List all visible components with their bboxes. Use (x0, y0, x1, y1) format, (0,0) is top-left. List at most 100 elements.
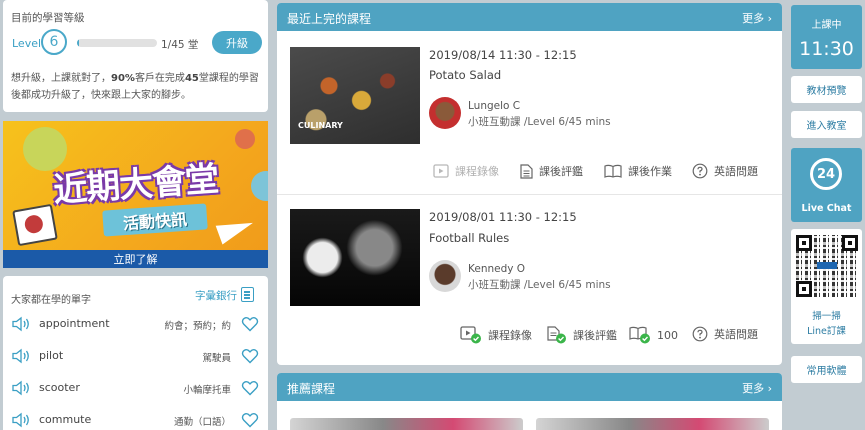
level-title: 目前的學習等級 (11, 12, 85, 24)
banner-avatar-face (23, 213, 45, 235)
level-progress-fill (77, 39, 79, 47)
word-translation: 通勤（口語） (173, 417, 231, 428)
level-desc-prefix: 想升級，上課就對了， (11, 73, 111, 84)
event-banner[interactable]: 近期大會堂 活動快訊 立即了解 (3, 121, 268, 268)
speaker-icon[interactable] (11, 316, 33, 332)
recording-action[interactable]: 課程錄像 (460, 326, 532, 344)
video-icon (433, 164, 449, 178)
word-row: pilot 駕駛員 (11, 346, 263, 366)
english-question-action[interactable]: 英語問題 (692, 326, 758, 342)
more-label: 更多 (742, 382, 765, 395)
recommended-more-link[interactable]: 更多 › (742, 380, 772, 396)
banner-ribbon: 活動快訊 (102, 203, 208, 237)
heart-icon[interactable] (241, 411, 259, 429)
speaker-icon[interactable] (11, 348, 33, 364)
live-chat-button[interactable]: 24 Live Chat (791, 148, 862, 222)
evaluation-action[interactable]: 課後評鑑 (520, 163, 583, 179)
chevron-right-icon: › (767, 382, 772, 395)
teacher-avatar (429, 260, 461, 292)
live-chat-label: Live Chat (801, 203, 852, 214)
course-name: Football Rules (429, 231, 510, 245)
line-logo-icon (817, 262, 837, 269)
recording-action[interactable]: 課程錄像 (433, 163, 499, 179)
qr-caption: 掃一掃 Line訂課 (791, 309, 862, 339)
recommended-course-thumbnail[interactable] (536, 418, 769, 430)
book-icon (604, 164, 622, 178)
popular-words-card: 大家都在學的單字 字彙銀行 appointment 約會；預約；約 pilot 駕駛員… (3, 276, 268, 430)
action-label: 課後作業 (628, 165, 672, 178)
recommended-courses-panel: 推薦課程 更多 › (277, 373, 782, 430)
qr-caption-line1: 掃一掃 (812, 311, 841, 322)
speaker-icon[interactable] (11, 380, 33, 396)
materials-preview-button[interactable]: 教材預覽 (791, 76, 862, 103)
action-label: 課後評鑑 (573, 329, 617, 342)
banner-decor-ball (251, 171, 268, 201)
question-icon (692, 326, 708, 342)
homework-score: 100 (657, 328, 678, 342)
class-status-label: 上課中 (811, 20, 842, 31)
teacher-avatar (429, 97, 461, 129)
word-english: appointment (39, 317, 110, 330)
document-icon (520, 163, 533, 179)
line-qr-card[interactable]: 掃一掃 Line訂課 (791, 229, 862, 344)
recommended-course-thumbnail[interactable] (290, 418, 523, 430)
word-bank-link[interactable]: 字彙銀行 (195, 288, 237, 303)
book-done-icon (629, 326, 650, 344)
thumbnail-caption: CULINARY (298, 121, 343, 130)
word-english: commute (39, 413, 92, 426)
teacher-name: Lungelo C (468, 100, 521, 112)
word-translation: 約會；預約；約 (164, 321, 231, 332)
more-label: 更多 (742, 12, 765, 25)
action-label: 英語問題 (714, 165, 758, 178)
level-progress-bar (77, 39, 157, 47)
word-english: pilot (39, 349, 64, 362)
banner-avatar-illustration (12, 203, 58, 247)
support-24h-icon: 24 (810, 158, 842, 190)
upgrade-button[interactable]: 升級 (212, 31, 262, 54)
word-english: scooter (39, 381, 80, 394)
heart-icon[interactable] (241, 347, 259, 365)
word-row: appointment 約會；預約；約 (11, 314, 263, 334)
word-translation: 小輪摩托車 (183, 385, 231, 396)
heart-icon[interactable] (241, 379, 259, 397)
class-start-box[interactable]: 上課中 11:30 (791, 5, 862, 69)
heart-icon[interactable] (241, 315, 259, 333)
word-row: commute 通勤（口語） (11, 410, 263, 430)
homework-action[interactable]: 課後作業 (604, 163, 672, 179)
course-name: Potato Salad (429, 68, 502, 82)
course-thumbnail[interactable]: CULINARY (290, 47, 420, 144)
course-meta: 小班互動課 /Level 6/45 mins (468, 279, 611, 291)
video-done-icon (460, 326, 481, 344)
chevron-right-icon: › (767, 12, 772, 25)
recent-courses-title: 最近上完的課程 (287, 12, 372, 26)
recommended-courses-title: 推薦課程 (287, 382, 336, 396)
word-bank-icon[interactable] (241, 287, 254, 302)
speaker-icon[interactable] (11, 412, 33, 428)
level-label: Level (12, 37, 42, 50)
banner-cta-button[interactable]: 立即了解 (3, 250, 268, 268)
word-row: scooter 小輪摩托車 (11, 378, 263, 398)
level-description: 想升級，上課就對了，90%客戶在完成45堂課程的學習後都成功升級了，快來跟上大家… (11, 70, 265, 104)
enter-classroom-button[interactable]: 進入教室 (791, 111, 862, 138)
evaluation-action[interactable]: 課後評鑑 (547, 326, 617, 344)
class-start-time: 11:30 (799, 38, 854, 60)
recent-courses-header: 最近上完的課程 更多 › (277, 3, 782, 31)
homework-action[interactable]: 100 (629, 326, 678, 344)
recent-courses-more-link[interactable]: 更多 › (742, 10, 772, 26)
words-title: 大家都在學的單字 (11, 295, 91, 306)
recent-courses-panel: 最近上完的課程 更多 › CULINARY 2019/08/14 11:30 -… (277, 3, 782, 365)
common-software-button[interactable]: 常用軟體 (791, 356, 862, 383)
course-meta: 小班互動課 /Level 6/45 mins (468, 116, 611, 128)
document-done-icon (547, 326, 566, 344)
course-date: 2019/08/14 11:30 - 12:15 (429, 48, 577, 62)
course-thumbnail[interactable] (290, 209, 420, 306)
english-question-action[interactable]: 英語問題 (692, 163, 758, 179)
action-label: 英語問題 (714, 328, 758, 341)
banner-decor-ball (235, 129, 255, 149)
divider (277, 194, 782, 195)
qr-caption-line2: Line訂課 (807, 326, 846, 337)
level-desc-count: 45 (184, 73, 199, 84)
action-label: 課程錄像 (488, 329, 532, 342)
level-card: 目前的學習等級 Level 6 1/45 堂 升級 想升級，上課就對了，90%客… (3, 0, 268, 112)
qr-finder (796, 281, 812, 297)
